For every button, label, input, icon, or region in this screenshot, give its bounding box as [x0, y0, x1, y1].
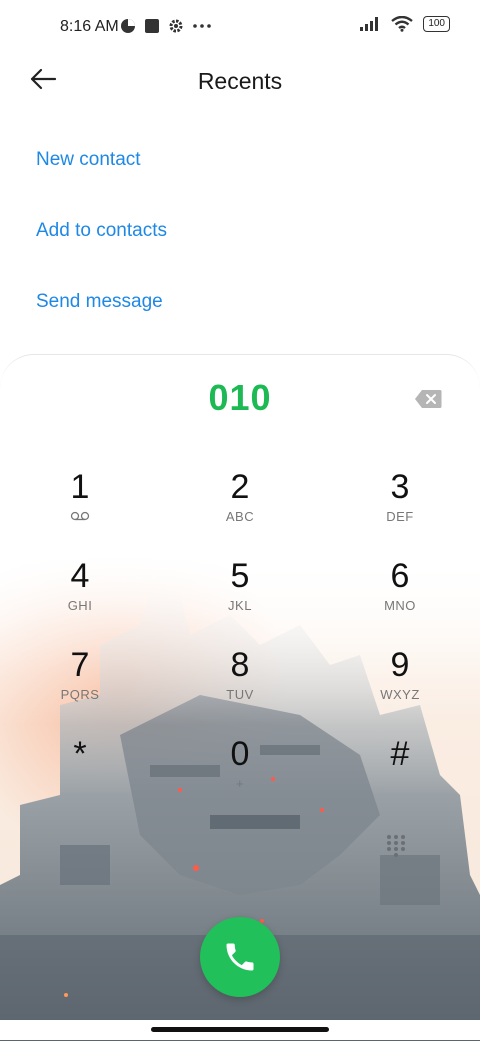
voicemail-icon — [70, 511, 90, 521]
square-icon — [145, 19, 159, 33]
key-letters: PQRS — [60, 687, 100, 702]
wifi-icon — [391, 16, 414, 32]
key-digit: 8 — [230, 646, 250, 684]
call-button[interactable] — [200, 917, 280, 997]
key-digit: 9 — [390, 646, 410, 684]
key-digit: 2 — [230, 468, 250, 506]
status-time: 8:16 AM — [60, 18, 119, 35]
dialpad-grid-icon — [387, 835, 405, 857]
dialpad-panel: 010 1 2 ABC 3 DEF 4 GHI 5 JKL 6 MNO 7 PQ… — [0, 354, 480, 1041]
keypad-toggle-button[interactable] — [384, 833, 408, 857]
key-0[interactable]: 0 + — [180, 734, 300, 814]
status-bar: 8:16 AM 100 — [0, 0, 480, 56]
more-dots-icon — [193, 24, 211, 28]
app-bar: Recents — [0, 56, 480, 106]
key-9[interactable]: 9 WXYZ — [340, 645, 460, 725]
key-5[interactable]: 5 JKL — [180, 556, 300, 636]
dialed-number: 010 — [208, 377, 272, 418]
key-digit: 4 — [70, 557, 90, 595]
key-digit: 6 — [390, 557, 410, 595]
new-contact-link[interactable]: New contact — [36, 149, 141, 171]
gear-icon — [169, 19, 183, 33]
status-icons-right: 100 — [359, 16, 450, 32]
key-digit: * — [73, 735, 87, 773]
key-star[interactable]: * — [20, 734, 140, 814]
page-title: Recents — [197, 68, 283, 94]
key-digit: 3 — [390, 468, 410, 506]
key-letters: TUV — [226, 687, 254, 702]
key-letters: WXYZ — [380, 687, 420, 702]
key-digit: 5 — [230, 557, 250, 595]
key-hash[interactable]: # — [340, 734, 460, 814]
backspace-icon — [415, 390, 442, 408]
send-message-link[interactable]: Send message — [36, 291, 163, 313]
status-icons-left — [120, 18, 212, 34]
navigation-bar — [0, 1020, 480, 1040]
data-saver-icon — [121, 19, 135, 33]
key-letters: GHI — [67, 598, 93, 613]
key-letters: MNO — [384, 598, 416, 613]
add-to-contacts-link[interactable]: Add to contacts — [36, 220, 167, 242]
phone-icon — [226, 943, 254, 971]
key-letters: JKL — [228, 598, 252, 613]
key-letters: ABC — [225, 509, 255, 524]
home-indicator[interactable] — [151, 1027, 329, 1032]
key-4[interactable]: 4 GHI — [20, 556, 140, 636]
key-digit: 7 — [70, 646, 90, 684]
key-digit: 1 — [70, 468, 90, 506]
key-3[interactable]: 3 DEF — [340, 467, 460, 547]
key-7[interactable]: 7 PQRS — [20, 645, 140, 725]
key-6[interactable]: 6 MNO — [340, 556, 460, 636]
key-8[interactable]: 8 TUV — [180, 645, 300, 725]
battery-icon: 100 — [423, 16, 450, 32]
key-1[interactable]: 1 — [20, 467, 140, 547]
key-digit: 0 — [230, 735, 250, 773]
backspace-button[interactable] — [414, 389, 444, 411]
key-letters: DEF — [386, 509, 414, 524]
signal-icon — [360, 17, 379, 31]
key-2[interactable]: 2 ABC — [180, 467, 300, 547]
key-digit: # — [390, 735, 410, 773]
key-letters: + — [235, 776, 245, 791]
